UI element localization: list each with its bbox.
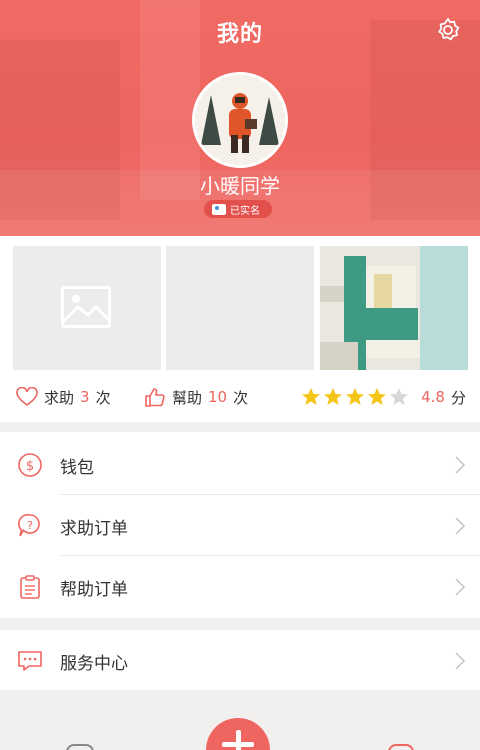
help-requests-stat[interactable]: 求助 3 次 xyxy=(16,382,111,412)
thumbs-up-icon xyxy=(145,388,165,407)
menu-item-wallet[interactable]: $ 钱包 xyxy=(0,434,480,496)
heart-icon xyxy=(16,387,38,406)
plus-icon-vertical xyxy=(235,730,241,750)
star-empty-icon xyxy=(390,388,409,405)
chat-icon xyxy=(16,647,44,675)
star-filled-icon xyxy=(324,388,343,405)
stats-bar: 求助 3 次 幫助 10 次 4.8 分 xyxy=(0,382,480,412)
page-title: 我的 xyxy=(216,22,263,47)
chevron-right-icon xyxy=(455,578,466,596)
avatar-illustration xyxy=(195,75,285,165)
help-requests-label: 求助 xyxy=(44,388,75,407)
clipboard-icon xyxy=(16,573,44,601)
photo-building[interactable] xyxy=(320,246,468,370)
image-placeholder-icon xyxy=(61,286,111,328)
star-filled-icon xyxy=(346,388,365,405)
menu-item-help-orders[interactable]: ? 求助订单 xyxy=(0,495,480,557)
avatar[interactable] xyxy=(192,72,288,168)
helps-given-label: 幫助 xyxy=(172,388,203,407)
profile-header: 我的 小暖同学 已实名 xyxy=(0,0,480,236)
id-card-icon xyxy=(212,203,226,215)
photo-gallery: 求助 3 次 幫助 10 次 4.8 分 xyxy=(0,236,480,422)
help-requests-count: 3 xyxy=(80,388,90,406)
menu-group-service: 服务中心 xyxy=(0,630,480,690)
helps-given-count: 10 xyxy=(208,388,228,406)
svg-text:$: $ xyxy=(26,459,34,474)
photo-placeholder[interactable] xyxy=(13,246,161,370)
rating-unit: 分 xyxy=(450,388,466,407)
menu-item-assist-orders[interactable]: 帮助订单 xyxy=(0,556,480,618)
menu-label-assist-orders: 帮助订单 xyxy=(60,579,128,600)
menu-label-wallet: 钱包 xyxy=(60,457,94,478)
username: 小暖同学 xyxy=(200,174,280,198)
rating-stars: 4.8 分 xyxy=(301,382,466,412)
menu-label-help-orders: 求助订单 xyxy=(60,518,128,539)
helps-given-stat[interactable]: 幫助 10 次 xyxy=(144,382,248,412)
menu-group-orders: $ 钱包 ? 求助订单 帮助订单 xyxy=(0,432,480,618)
star-filled-icon xyxy=(302,388,321,405)
home-tab-icon[interactable] xyxy=(66,744,94,750)
verified-label: 已实名 xyxy=(230,205,260,217)
photo-blank[interactable] xyxy=(166,246,314,370)
settings-button[interactable] xyxy=(432,14,464,46)
svg-text:?: ? xyxy=(27,519,33,532)
rating-value: 4.8 xyxy=(421,388,445,406)
menu-item-service-center[interactable]: 服务中心 xyxy=(0,630,480,692)
menu-label-service-center: 服务中心 xyxy=(60,653,128,674)
helps-given-unit: 次 xyxy=(233,388,249,407)
verified-badge: 已实名 xyxy=(204,200,272,218)
chevron-right-icon xyxy=(455,456,466,474)
profile-tab-icon[interactable] xyxy=(388,744,414,750)
coin-icon: $ xyxy=(16,451,44,479)
chevron-right-icon xyxy=(455,652,466,670)
chevron-right-icon xyxy=(455,517,466,535)
help-requests-unit: 次 xyxy=(95,388,111,407)
question-bubble-icon: ? xyxy=(16,512,44,540)
gear-icon xyxy=(438,18,460,41)
star-filled-icon xyxy=(368,388,387,405)
